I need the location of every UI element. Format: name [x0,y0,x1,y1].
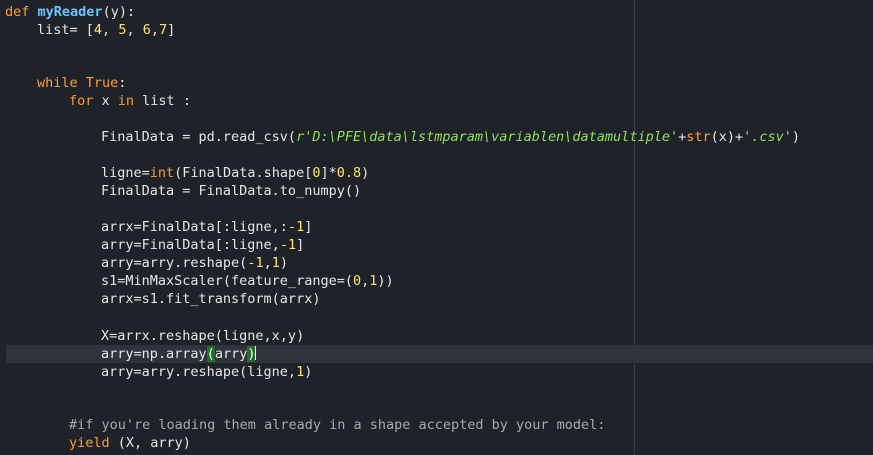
keyword-while: while [37,75,78,91]
column-ruler [634,0,635,455]
builtin-int: int [149,165,175,181]
code-line-reshape[interactable]: arry=arry.reshape(-1,1) [101,254,288,272]
code-line-yield[interactable]: yield (X, arry) [69,434,191,452]
code-text: , [102,22,119,38]
code-line-while[interactable]: while True: [37,74,126,92]
code-text: list : [134,93,191,109]
code-line-for[interactable]: for x in list : [69,92,191,110]
code-line-arry[interactable]: arry=FinalData[:ligne,-1] [101,236,304,254]
number-literal: 7 [159,22,168,38]
code-text: s1=MinMaxScaler(feature_range=( [101,273,353,289]
code-text: ) [361,165,370,181]
code-line-np-array[interactable]: arry=np.array(arry) [101,345,257,363]
code-line-list[interactable]: list= [4, 5, 6,7] [37,21,175,39]
code-text: arry=np.array [101,346,207,362]
code-text: ]* [320,165,337,181]
number-literal: 6 [142,22,151,38]
keyword-true: True [85,75,119,91]
number-literal: 1 [296,364,305,380]
comment-text: #if you're loading them already in a sha… [69,417,606,433]
code-text: X=arrx.reshape(ligne,x,y) [101,328,305,344]
code-line-x[interactable]: X=arrx.reshape(ligne,x,y) [101,327,304,345]
number-literal: 4 [93,22,103,38]
code-text: list= [ [37,22,94,38]
code-text: ligne= [101,165,150,181]
number-literal: 1 [271,255,280,271]
number-literal: -1 [279,237,297,253]
code-line-arrx[interactable]: arrx=FinalData[:ligne,:-1] [101,218,312,236]
code-line-comment[interactable]: #if you're loading them already in a sha… [69,416,605,434]
keyword-def: def [5,4,30,20]
bracket-match-close: ) [247,346,256,362]
number-literal: -1 [287,219,305,235]
number-literal: 0 [352,273,362,289]
code-text: arry=FinalData[:ligne, [101,237,280,253]
code-text: ] [304,219,313,235]
code-text: ) [304,364,313,380]
code-text: (X, arry) [109,435,191,451]
code-line-to-numpy[interactable]: FinalData = FinalData.to_numpy() [101,182,361,200]
code-text: arry=arry.reshape( [101,255,248,271]
code-line-fit-transform[interactable]: arrx=s1.fit_transform(arrx) [101,290,320,308]
code-text: (x)+ [710,129,744,145]
code-text: arrx=s1.fit_transform(arrx) [101,291,321,307]
code-line-scaler[interactable]: s1=MinMaxScaler(feature_range=(0,1)) [101,272,394,290]
code-text: arry [214,346,248,362]
code-line-def[interactable]: def myReader(y): [5,3,135,21]
builtin-str: str [686,129,711,145]
keyword-yield: yield [69,435,110,451]
code-text: , [126,22,143,38]
bracket-match-open: ( [206,346,215,362]
function-name: myReader [37,4,103,20]
code-line-read-csv[interactable]: FinalData = pd.read_csv(r'D:\PFE\data\ls… [101,128,800,146]
string-literal: r'D:\PFE\data\lstmparam\variablen\datamu… [296,129,679,145]
code-text: arrx=FinalData[:ligne,: [101,219,288,235]
code-text: x [93,93,118,109]
code-text: )) [377,273,394,289]
keyword-for: for [69,93,94,109]
code-text: FinalData = FinalData.to_numpy() [101,183,362,199]
code-text: ] [296,237,305,253]
code-text: ] [167,22,176,38]
code-line-reshape-2[interactable]: arry=arry.reshape(ligne,1) [101,363,312,381]
code-line-ligne[interactable]: ligne=int(FinalData.shape[0]*0.8) [101,164,369,182]
number-literal: -1 [247,255,264,271]
code-text: , [150,22,159,38]
string-literal: '.csv' [743,129,792,145]
code-text: , [263,255,272,271]
keyword-in: in [117,93,135,109]
code-text: + [678,129,687,145]
code-text: ) [279,255,288,271]
text-cursor [255,346,257,360]
code-editor[interactable]: def myReader(y): list= [4, 5, 6,7] while… [0,0,873,455]
number-literal: 0.8 [336,165,362,181]
code-text: (FinalData.shape[ [174,165,313,181]
code-text: FinalData = pd.read_csv( [101,129,297,145]
function-args: (y): [102,4,136,20]
code-text: ) [791,129,801,145]
code-text: : [118,75,127,91]
code-text: arry=arry.reshape(ligne, [101,364,297,380]
